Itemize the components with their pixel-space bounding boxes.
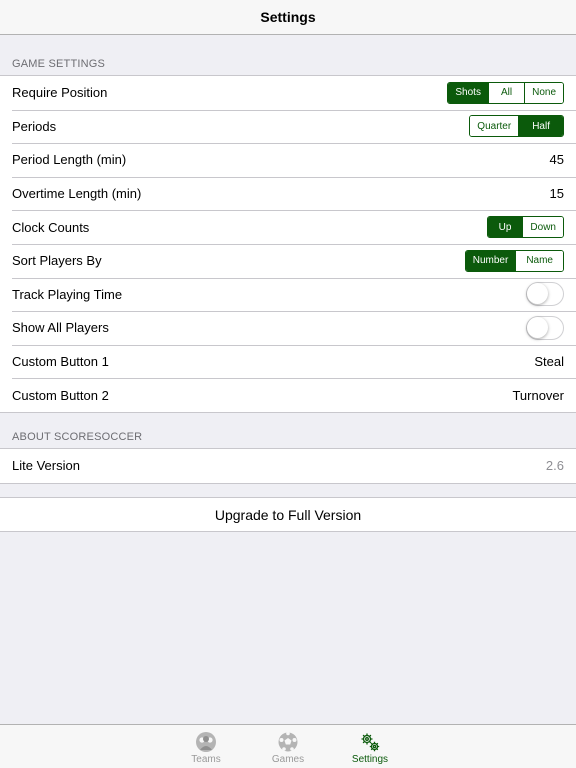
toggle-knob — [527, 316, 548, 338]
period-length-label: Period Length (min) — [12, 152, 127, 168]
soccer-ball-icon — [278, 731, 298, 752]
upgrade-group: Upgrade to Full Version — [0, 497, 576, 532]
custom-button-1-label: Custom Button 1 — [12, 354, 109, 370]
row-period-length[interactable]: Period Length (min) 45 — [0, 143, 576, 177]
row-overtime-length[interactable]: Overtime Length (min) 15 — [0, 176, 576, 211]
page-title: Settings — [260, 9, 316, 25]
row-clock-counts: Clock Counts Up Down — [0, 210, 576, 244]
require-position-option-none[interactable]: None — [524, 82, 563, 103]
periods-option-half[interactable]: Half — [518, 116, 563, 137]
teams-icon — [196, 732, 216, 752]
sort-players-label: Sort Players By — [12, 253, 102, 269]
custom-button-1-value: Steal — [534, 354, 564, 370]
period-length-value: 45 — [549, 152, 564, 168]
toggle-knob — [527, 283, 548, 305]
track-playing-time-toggle[interactable] — [526, 282, 564, 307]
tab-label-games: Games — [271, 754, 305, 765]
tab-label-teams: Teams — [191, 754, 221, 765]
tab-settings[interactable]: Settings — [344, 725, 396, 768]
track-playing-time-label: Track Playing Time — [12, 286, 123, 302]
custom-button-2-label: Custom Button 2 — [12, 387, 109, 403]
periods-label: Periods — [12, 118, 57, 134]
navigation-bar: Settings — [0, 0, 576, 35]
custom-button-2-value: Turnover — [512, 387, 564, 403]
tab-label-settings: Settings — [351, 754, 389, 765]
game-settings-group: Require Position Shots All None Periods … — [0, 75, 576, 413]
row-periods: Periods Quarter Half — [0, 109, 576, 144]
lite-version-label: Lite Version — [12, 458, 80, 474]
overtime-length-label: Overtime Length (min) — [12, 186, 142, 202]
gears-icon — [361, 733, 380, 752]
row-sort-players: Sort Players By Number Name — [0, 243, 576, 278]
clock-counts-option-up[interactable]: Up — [487, 217, 523, 238]
section-header-game-settings: GAME SETTINGS — [12, 58, 106, 70]
row-custom-button-2[interactable]: Custom Button 2 Turnover — [0, 378, 576, 412]
clock-counts-segmented-control: Up Down — [486, 216, 564, 239]
require-position-label: Require Position — [12, 85, 108, 101]
upgrade-button[interactable]: Upgrade to Full Version — [0, 498, 576, 531]
row-require-position: Require Position Shots All None — [0, 76, 576, 110]
require-position-option-shots[interactable]: Shots — [448, 82, 488, 103]
show-all-players-label: Show All Players — [12, 320, 109, 336]
clock-counts-option-down[interactable]: Down — [522, 217, 563, 238]
periods-option-quarter[interactable]: Quarter — [470, 116, 519, 137]
row-custom-button-1[interactable]: Custom Button 1 Steal — [0, 344, 576, 379]
tab-games[interactable]: Games — [262, 725, 314, 768]
tab-teams[interactable]: Teams — [180, 725, 232, 768]
periods-segmented-control: Quarter Half — [469, 115, 564, 138]
row-show-all-players: Show All Players — [0, 311, 576, 345]
tab-bar: Teams Games Settings — [0, 724, 576, 768]
row-track-playing-time: Track Playing Time — [0, 277, 576, 312]
clock-counts-label: Clock Counts — [12, 219, 90, 235]
sort-players-option-number[interactable]: Number — [465, 250, 516, 271]
overtime-length-value: 15 — [549, 186, 564, 202]
require-position-option-all[interactable]: All — [487, 82, 525, 103]
show-all-players-toggle[interactable] — [526, 315, 564, 340]
row-lite-version: Lite Version 2.6 — [0, 449, 576, 483]
about-group: Lite Version 2.6 — [0, 448, 576, 484]
section-header-about: ABOUT SCORESOCCER — [12, 431, 143, 443]
sort-players-option-name[interactable]: Name — [515, 250, 563, 271]
version-value: 2.6 — [545, 458, 564, 474]
require-position-segmented-control: Shots All None — [447, 81, 564, 104]
sort-players-segmented-control: Number Name — [464, 249, 564, 272]
